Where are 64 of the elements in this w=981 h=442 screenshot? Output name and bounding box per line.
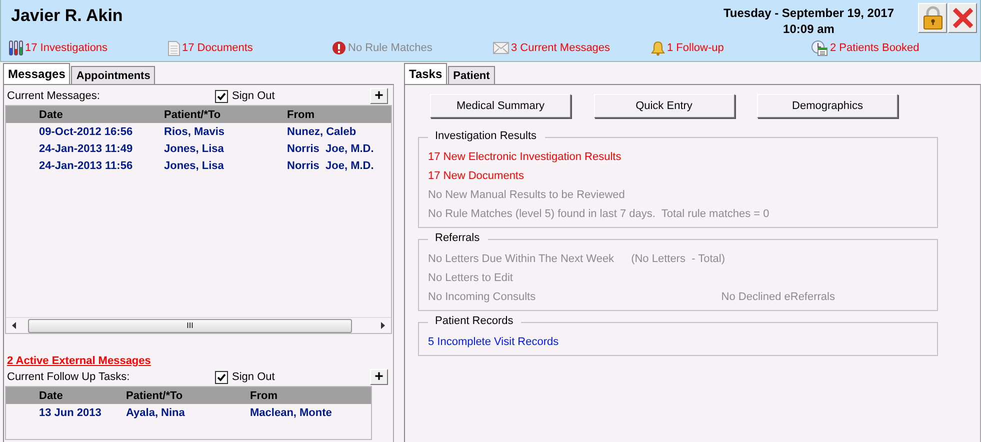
section-label: Current Messages: <box>7 90 101 102</box>
table-cell-text: Ayala, Nina <box>126 406 186 418</box>
action-button[interactable]: Demographics <box>757 94 898 118</box>
group-title: Investigation Results <box>428 130 544 142</box>
status-text: No Declined eReferrals <box>721 290 835 302</box>
patient-name: Javier R. Akin <box>10 5 123 26</box>
group-title: Referrals <box>428 232 488 244</box>
scroll-right-icon[interactable] <box>381 320 385 332</box>
table-cell-text: Norris Joe, M.D. <box>287 160 375 172</box>
status-link[interactable]: 17 New Documents <box>428 170 524 182</box>
table-cell-text: 09-Oct-2012 16:56 <box>39 126 134 138</box>
table-cell-text: 13 Jun 2013 <box>39 406 102 418</box>
checkbox[interactable] <box>215 90 228 102</box>
lock-button[interactable] <box>918 3 947 33</box>
lock-icon <box>922 6 942 30</box>
table-cell-text: Rios, Mavis <box>164 126 226 138</box>
bell-icon <box>651 40 665 56</box>
status-text: No Letters Due Within The Next Week <box>428 252 614 264</box>
scroll-thumb[interactable]: III <box>28 318 352 332</box>
document-icon <box>168 40 180 56</box>
checkbox[interactable] <box>215 370 228 384</box>
tab[interactable]: Patient <box>448 66 495 84</box>
table-cell-text: Jones, Lisa <box>164 160 225 172</box>
tab[interactable]: Messages <box>3 63 70 84</box>
table-cell-text: 24-Jan-2013 11:56 <box>39 160 134 172</box>
table-cell-text: Norris Joe, M.D. <box>287 142 375 154</box>
action-button[interactable]: Medical Summary <box>430 94 571 118</box>
checkbox-label: Sign Out <box>232 371 275 383</box>
status-text: No Incoming Consults <box>428 290 536 302</box>
envelope-icon <box>493 42 509 54</box>
date-label: Tuesday - September 19, 2017 <box>723 6 894 20</box>
action-button[interactable]: Quick Entry <box>594 94 734 118</box>
warning-icon <box>332 41 346 55</box>
column-header: Patient/*To <box>164 108 222 120</box>
checkbox-label: Sign Out <box>232 90 275 102</box>
section-label: Current Follow Up Tasks: <box>7 371 131 383</box>
table-cell-text: Jones, Lisa <box>164 142 225 154</box>
test-tubes-icon <box>9 40 23 56</box>
column-header: Date <box>39 390 64 402</box>
tab[interactable]: Tasks <box>404 63 448 84</box>
group-title: Patient Records <box>428 315 522 327</box>
column-header: Patient/*To <box>126 390 184 402</box>
table-cell-text: 24-Jan-2013 11:49 <box>39 142 134 154</box>
status-text: No New Manual Results to be Reviewed <box>428 188 625 200</box>
column-header: From <box>287 108 316 120</box>
add-button[interactable]: + <box>370 88 388 104</box>
scroll-left-icon[interactable] <box>12 320 16 332</box>
table-cell-text: Maclean, Monte <box>250 406 333 418</box>
time-label: 10:09 am <box>783 22 834 36</box>
close-button[interactable] <box>948 3 977 33</box>
add-button[interactable]: + <box>370 369 388 385</box>
status-text: (No Letters - Total) <box>631 252 726 264</box>
status-link[interactable]: 5 Incomplete Visit Records <box>428 336 559 348</box>
status-text: No Letters to Edit <box>428 272 513 284</box>
horizontal-scrollbar[interactable]: III <box>6 317 391 333</box>
status-link[interactable]: 17 New Electronic Investigation Results <box>428 150 622 162</box>
column-header: From <box>250 390 278 402</box>
table-cell-text: Nunez, Caleb <box>287 126 358 138</box>
close-icon <box>952 8 972 28</box>
external-messages-link[interactable]: 2 Active External Messages <box>5 355 151 367</box>
tab[interactable]: Appointments <box>71 66 156 84</box>
column-header: Date <box>39 108 64 120</box>
clock-list-icon <box>811 40 828 56</box>
status-text: No Rule Matches (level 5) found in last 7 days. Total rule matches = 0 <box>428 208 770 220</box>
